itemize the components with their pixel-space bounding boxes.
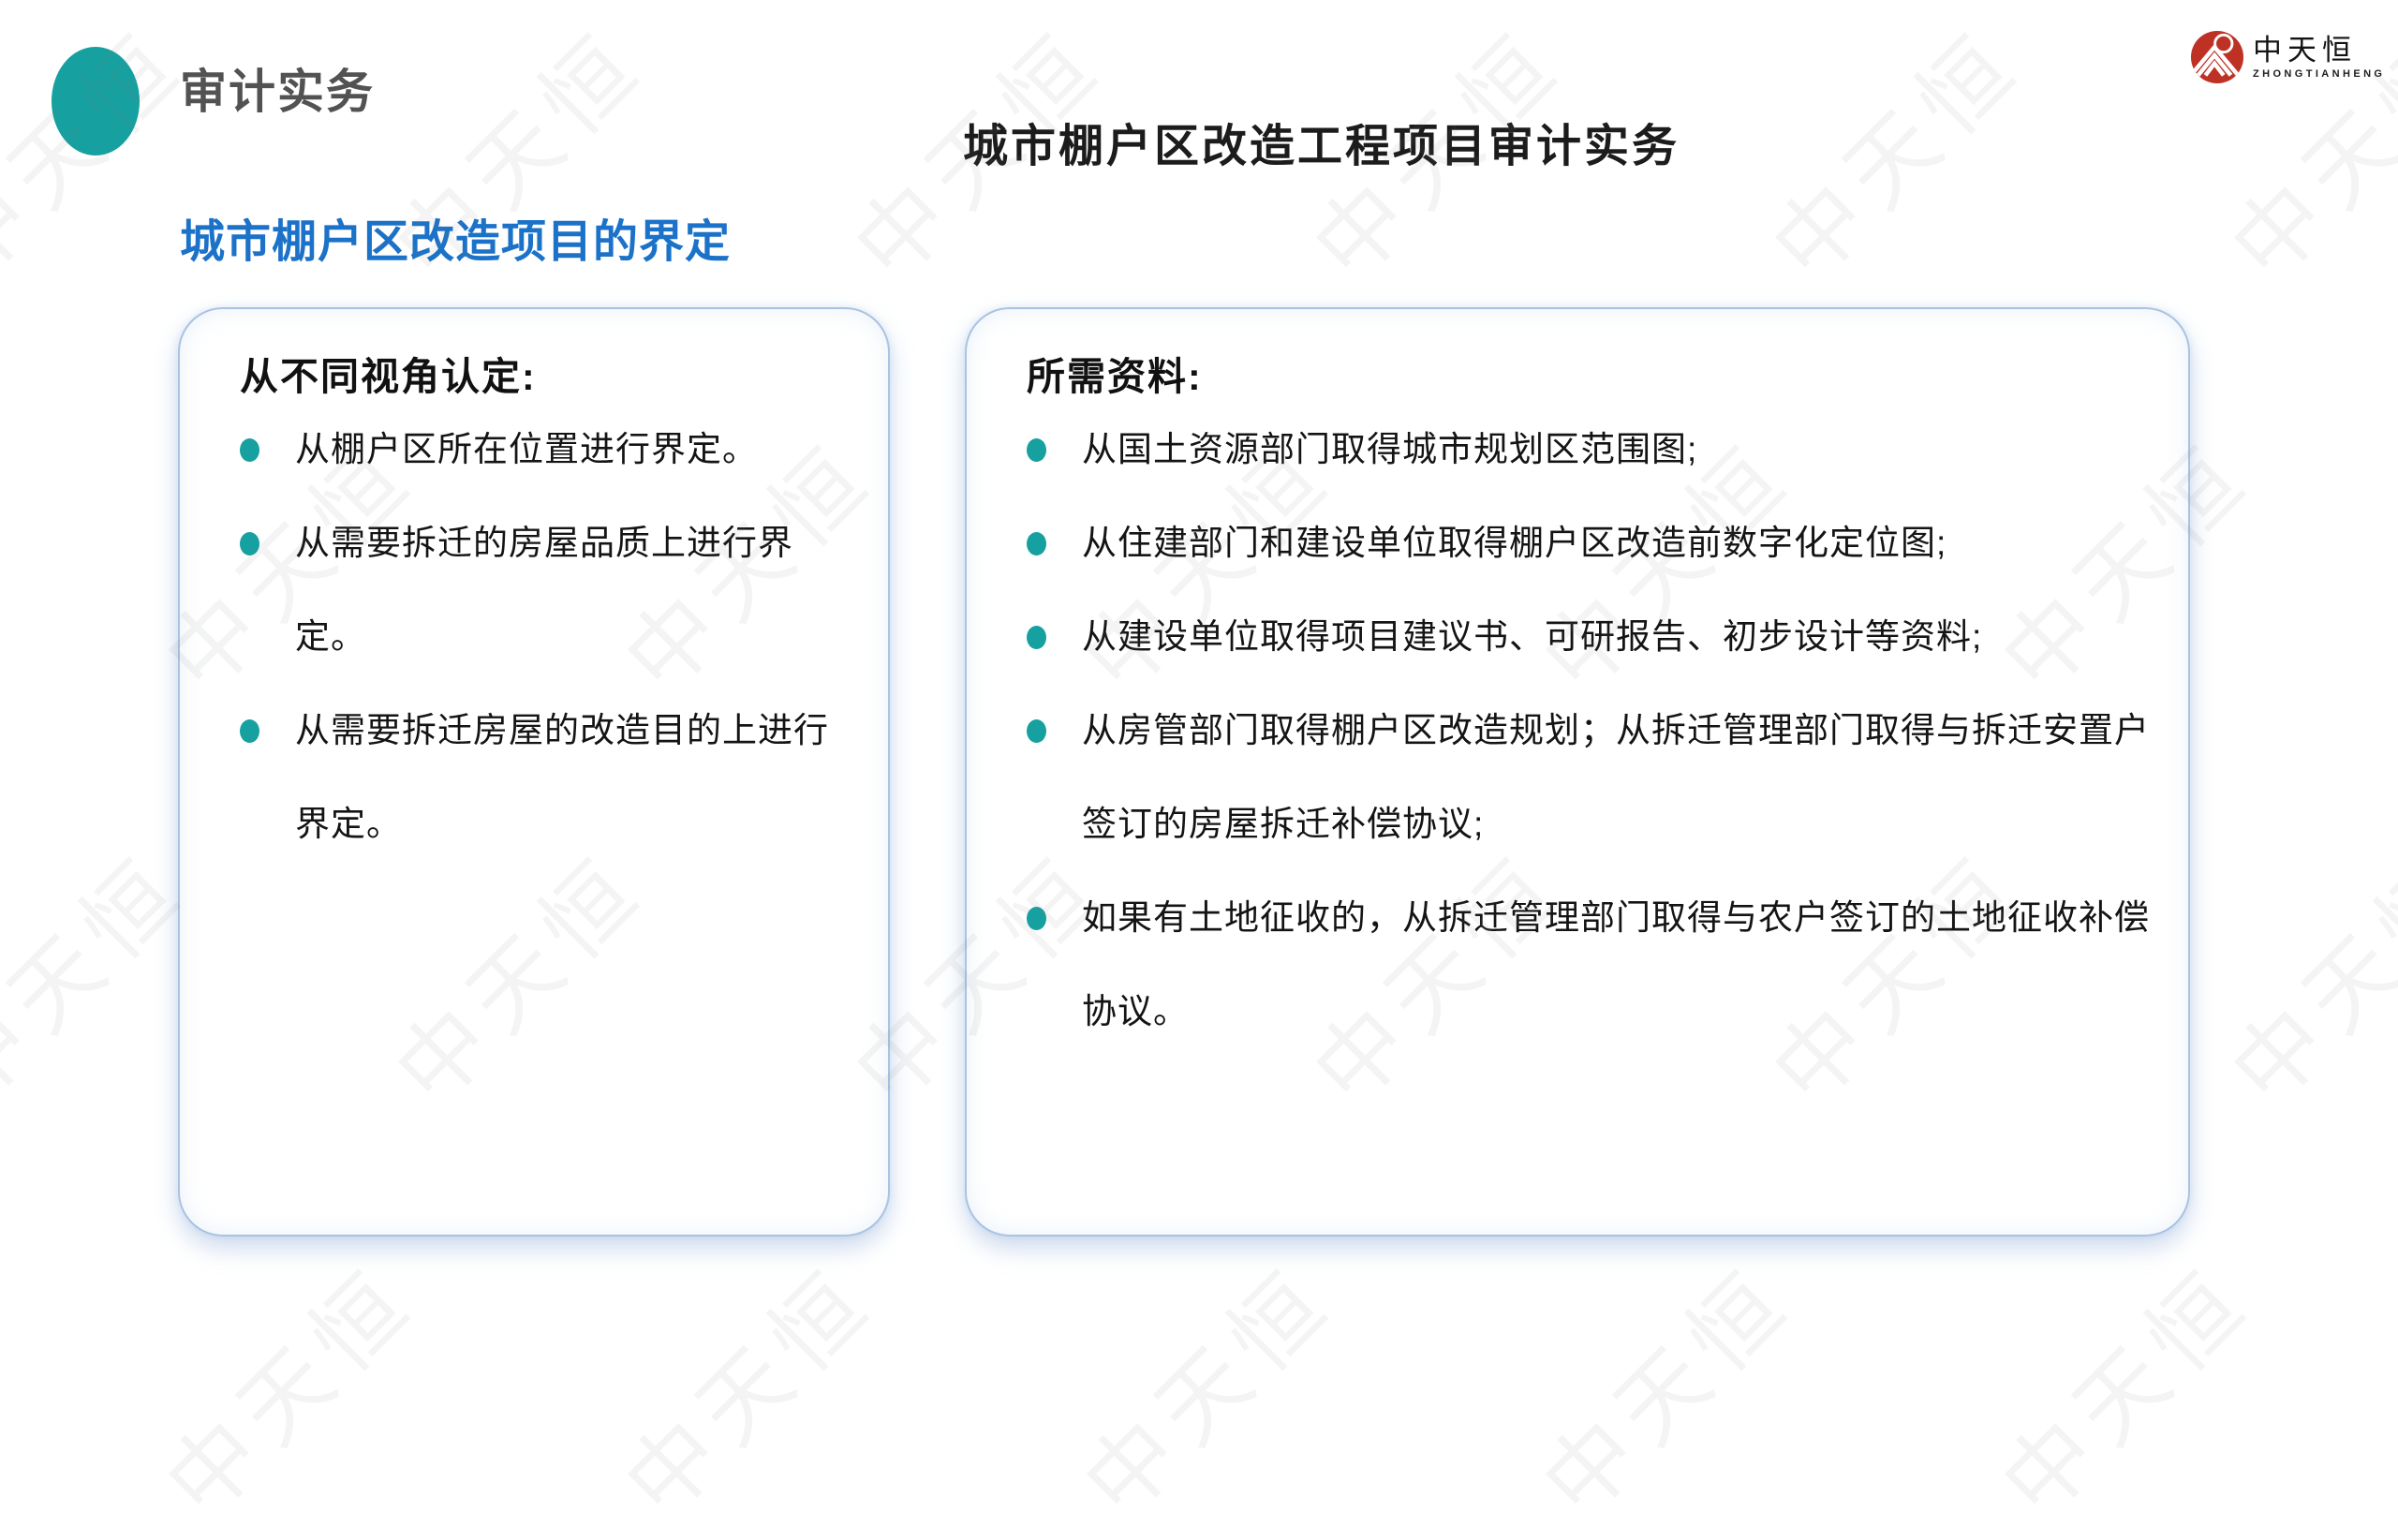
list-item: 从棚户区所在位置进行界定。 <box>240 403 851 496</box>
bullet-icon <box>240 532 259 555</box>
section-accent-dot <box>52 47 140 155</box>
watermark-text: 中天恒 <box>1509 1233 1816 1540</box>
bullet-text: 从需要拆迁的房屋品质上进行界定。 <box>295 524 793 656</box>
bullet-icon <box>1027 907 1046 930</box>
page-title: 城市棚户区改造工程项目审计实务 <box>963 109 1680 174</box>
logo-name: 中天恒 <box>2253 35 2357 67</box>
bullet-list: 从棚户区所在位置进行界定。从需要拆迁的房屋品质上进行界定。从需要拆迁房屋的改造目… <box>240 403 851 871</box>
logo: 中天恒 ZHONGTIANHENG <box>2190 30 2385 84</box>
bullet-text: 从建设单位取得项目建议书、可研报告、初步设计等资料; <box>1082 617 1982 656</box>
logo-subtext: ZHONGTIANHENG <box>2253 68 2385 80</box>
card-required-materials: 所需资料: 从国土资源部门取得城市规划区范围图;从住建部门和建设单位取得棚户区改… <box>965 307 2190 1236</box>
logo-mountain-icon <box>2190 30 2244 84</box>
bullet-list: 从国土资源部门取得城市规划区范围图; 从住建部门和建设单位取得棚户区改造前数字化定… <box>1027 403 2151 1059</box>
list-item: 从需要拆迁的房屋品质上进行界定。 <box>240 496 851 684</box>
list-item: 从需要拆迁房屋的改造目的上进行 界定。 <box>240 684 851 871</box>
bullet-icon <box>1027 532 1046 555</box>
watermark-text: 中天恒 <box>2198 821 2398 1128</box>
bullet-icon <box>240 438 259 462</box>
bullet-text: 从棚户区所在位置进行界定。 <box>295 430 758 468</box>
list-item: 从房管部门取得棚户区改造规划；从拆迁管理部门取得与拆迁安置户 签订的房屋拆迁补偿… <box>1027 684 2151 871</box>
section-label: 审计实务 <box>180 54 375 122</box>
card-perspectives: 从不同视角认定: 从棚户区所在位置进行界定。从需要拆迁的房屋品质上进行界定。从需… <box>178 307 890 1236</box>
list-item: 从国土资源部门取得城市规划区范围图; <box>1027 403 2151 496</box>
watermark-text: 中天恒 <box>1968 1233 2275 1540</box>
list-item: 从住建部门和建设单位取得棚户区改造前数字化定位图; <box>1027 496 2151 590</box>
bullet-text: 如果有土地征收的，从拆迁管理部门取得与农户签订的土地征收补偿 协议。 <box>1082 898 2150 1030</box>
bullet-text: 从国土资源部门取得城市规划区范围图; <box>1082 430 1697 468</box>
bullet-icon <box>1027 719 1046 743</box>
bullet-text: 从房管部门取得棚户区改造规划；从拆迁管理部门取得与拆迁安置户 签订的房屋拆迁补偿… <box>1082 711 2150 843</box>
page-subtitle: 城市棚户区改造项目的界定 <box>180 204 731 270</box>
watermark-text: 中天恒 <box>1739 0 2046 304</box>
bullet-icon <box>1027 626 1046 649</box>
bullet-icon <box>240 719 259 743</box>
bullet-icon <box>1027 438 1046 462</box>
bullet-text: 从需要拆迁房屋的改造目的上进行 界定。 <box>295 711 829 843</box>
bullet-text: 从住建部门和建设单位取得棚户区改造前数字化定位图; <box>1082 524 1947 562</box>
watermark-text: 中天恒 <box>1050 1233 1357 1540</box>
watermark-text: 中天恒 <box>132 1233 439 1540</box>
watermark-text: 中天恒 <box>591 1233 898 1540</box>
list-item: 如果有土地征收的，从拆迁管理部门取得与农户签订的土地征收补偿 协议。 <box>1027 871 2151 1059</box>
list-item: 从建设单位取得项目建议书、可研报告、初步设计等资料; <box>1027 590 2151 684</box>
